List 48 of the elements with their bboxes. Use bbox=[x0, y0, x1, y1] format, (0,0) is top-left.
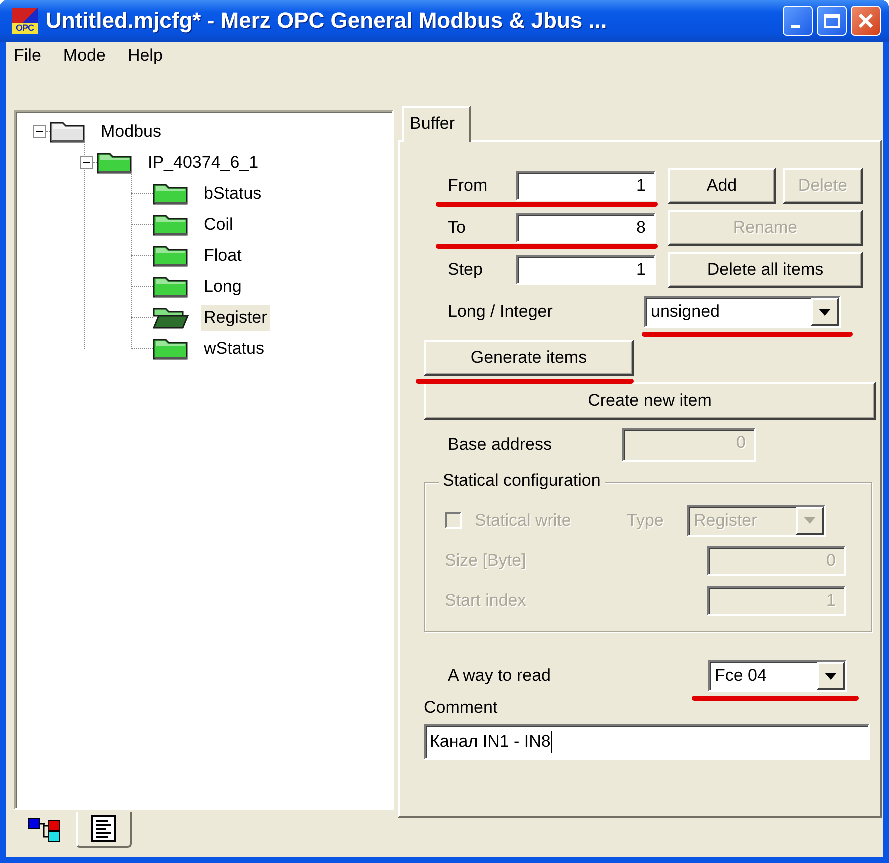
dropdown-arrow-icon bbox=[819, 308, 831, 316]
minimize-button[interactable] bbox=[783, 6, 813, 36]
app-icon: OPC bbox=[12, 8, 38, 34]
close-button[interactable] bbox=[851, 6, 881, 36]
read-mode-dropdown[interactable]: Fce 04 bbox=[708, 660, 847, 692]
field-label: Comment bbox=[424, 698, 499, 718]
tree-item[interactable]: Float bbox=[201, 242, 245, 268]
field-label: Start index bbox=[445, 590, 528, 610]
document-icon bbox=[91, 815, 117, 843]
button[interactable]: Delete all items bbox=[668, 252, 863, 288]
tree-item[interactable]: Modbus bbox=[98, 118, 164, 144]
tree-item[interactable]: bStatus bbox=[201, 180, 265, 206]
collapse-toggle[interactable] bbox=[33, 125, 46, 138]
tree-item[interactable]: wStatus bbox=[201, 336, 268, 362]
menu-item[interactable]: Mode bbox=[61, 46, 108, 66]
maximize-button[interactable] bbox=[817, 6, 847, 36]
button[interactable]: Create new item bbox=[424, 382, 876, 420]
field-label: To bbox=[447, 218, 467, 238]
input-field[interactable]: 8 bbox=[516, 213, 656, 243]
tab[interactable]: Buffer bbox=[402, 106, 472, 142]
tree-item[interactable]: Long bbox=[201, 274, 245, 300]
group-title: Statical configuration bbox=[439, 471, 605, 491]
menu-item[interactable]: File bbox=[12, 46, 44, 66]
field-label: A way to read bbox=[447, 666, 552, 686]
field-label: Step bbox=[447, 260, 484, 280]
field-label: Type bbox=[627, 510, 665, 530]
dropdown-arrow-icon bbox=[804, 517, 816, 524]
field-label: Base address bbox=[447, 435, 553, 455]
field-label: Long / Integer bbox=[447, 302, 554, 322]
comment-field[interactable]: Канал IN1 - IN8 bbox=[424, 724, 870, 760]
dropdown-arrow-icon bbox=[825, 672, 837, 680]
tree-item[interactable]: Register bbox=[201, 304, 270, 330]
tree-item[interactable]: Coil bbox=[201, 212, 236, 238]
long-integer-dropdown[interactable]: unsigned bbox=[644, 296, 841, 328]
document-view-tab[interactable] bbox=[76, 812, 132, 848]
field-label: Size [Byte] bbox=[445, 550, 528, 570]
window-title: Untitled.mjcfg* - Merz OPC General Modbus & Jbus ... bbox=[46, 8, 608, 34]
menu-item[interactable]: Help bbox=[126, 46, 165, 66]
close-icon bbox=[856, 11, 876, 31]
field-label: From bbox=[447, 176, 489, 196]
input-field[interactable]: 1 bbox=[516, 255, 656, 285]
button[interactable]: Add bbox=[668, 168, 776, 204]
checkbox-label: Statical write bbox=[475, 510, 572, 530]
tree-view-icon bbox=[28, 817, 62, 843]
button[interactable]: Generate items bbox=[424, 340, 634, 376]
input-field[interactable]: 1 bbox=[516, 171, 656, 201]
collapse-toggle[interactable] bbox=[80, 156, 93, 169]
tree-item[interactable]: IP_40374_6_1 bbox=[145, 150, 262, 176]
